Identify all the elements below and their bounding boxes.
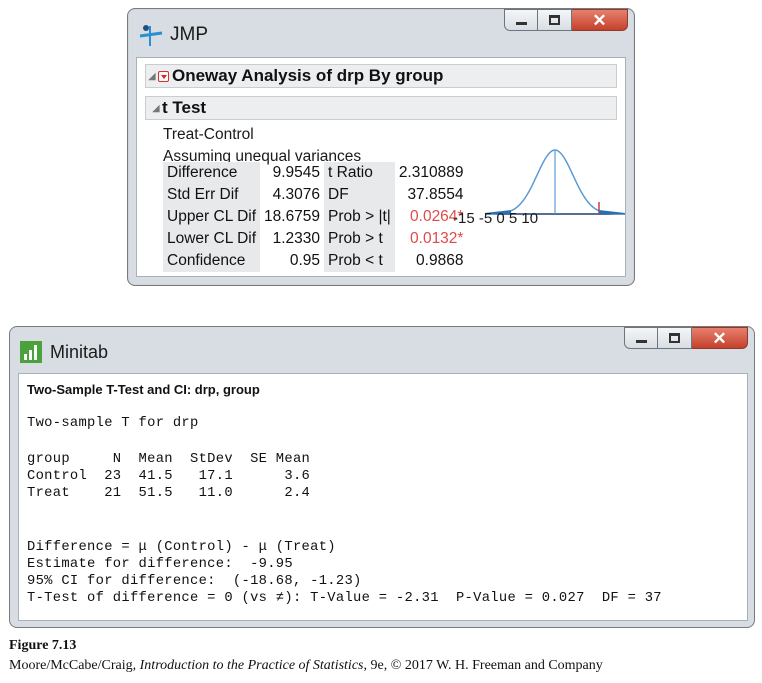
minitab-minimize-button[interactable] — [624, 327, 658, 349]
test-label: Prob > |t| — [324, 206, 395, 228]
test-label: DF — [324, 184, 395, 206]
minitab-window-controls: ✕ — [624, 327, 748, 349]
t-test-row: Lower CL Dif 1.2330 Prob > t 0.0132* — [163, 228, 467, 250]
output-subheading: Two-sample T for drp — [27, 416, 199, 431]
stat-value: 9.9545 — [272, 164, 321, 181]
credit-edition: , 9e, © 2017 W. H. Freeman and Company — [363, 658, 603, 673]
jmp-close-button[interactable]: ✕ — [572, 9, 628, 31]
jmp-minimize-button[interactable] — [504, 9, 538, 31]
credit-book-title: Introduction to the Practice of Statisti… — [139, 658, 364, 673]
minimize-icon — [636, 340, 647, 343]
minitab-title-bar: Minitab — [20, 337, 108, 367]
summary-table-header: group N Mean StDev SE Mean — [27, 452, 311, 467]
jmp-window-controls: ✕ — [504, 9, 628, 31]
stat-label: Lower CL Dif — [163, 228, 261, 250]
minitab-window: ✕ Minitab Two-Sample T-Test and CI: drp,… — [9, 326, 755, 628]
t-test-result: T-Test of difference = 0 (vs ≠): T-Value… — [27, 591, 662, 606]
minimize-icon — [516, 22, 527, 25]
right-tail-area — [599, 210, 625, 214]
output-heading: Two-Sample T-Test and CI: drp, group — [27, 382, 260, 397]
figure-credit: Moore/McCabe/Craig, Introduction to the … — [9, 658, 603, 674]
test-value: 0.0132* — [410, 230, 464, 247]
stat-label: Confidence — [163, 250, 261, 272]
difference-estimate: Estimate for difference: -9.95 — [27, 557, 293, 572]
jmp-logo-icon — [139, 25, 163, 46]
test-value: 0.9868 — [416, 252, 464, 269]
test-label: Prob < t — [324, 250, 395, 272]
disclosure-icon[interactable]: ◢ — [150, 103, 162, 114]
t-test-row: Upper CL Dif 18.6759 Prob > |t| 0.0264* — [163, 206, 467, 228]
minitab-close-button[interactable]: ✕ — [692, 327, 748, 349]
t-test-row: Confidence 0.95 Prob < t 0.9868 — [163, 250, 467, 272]
minitab-session-output: Two-Sample T-Test and CI: drp, group Two… — [18, 373, 748, 621]
minitab-title-text: Minitab — [50, 341, 109, 362]
jmp-title-bar: JMP — [138, 19, 208, 51]
credit-authors: Moore/McCabe/Craig, — [9, 658, 140, 673]
figure-label: Figure 7.13 — [9, 638, 77, 653]
stat-value: 4.3076 — [272, 186, 321, 203]
comparison-label: Treat-Control — [163, 126, 254, 143]
report-title: Oneway Analysis of drp By group — [172, 66, 444, 85]
minitab-logo-icon — [20, 341, 42, 363]
test-value: 2.310889 — [398, 164, 464, 181]
plot-axis-ticks: -15 -5 0 5 10 — [453, 210, 539, 227]
difference-definition: Difference = μ (Control) - μ (Treat) — [27, 540, 336, 555]
disclosure-icon[interactable]: ◢ — [146, 71, 158, 82]
oneway-report-header[interactable]: ◢ Oneway Analysis of drp By group — [145, 64, 617, 88]
jmp-title-text: JMP — [170, 24, 208, 45]
t-test-header[interactable]: ◢ t Test — [145, 96, 617, 120]
test-label: Prob > t — [324, 228, 395, 250]
jmp-maximize-button[interactable] — [538, 9, 572, 31]
test-value: 37.8554 — [407, 186, 464, 203]
t-test-row: Difference 9.9545 t Ratio 2.310889 — [163, 162, 467, 184]
maximize-icon — [669, 333, 680, 343]
stat-value: 1.2330 — [272, 230, 321, 247]
close-icon: ✕ — [712, 329, 727, 348]
summary-row-control: Control 23 41.5 17.1 3.6 — [27, 469, 311, 484]
section-title: t Test — [162, 98, 207, 117]
jmp-report-area: ◢ Oneway Analysis of drp By group ◢ t Te… — [136, 57, 626, 277]
stat-value: 18.6759 — [264, 208, 321, 225]
summary-row-treat: Treat 21 51.5 11.0 2.4 — [27, 486, 311, 501]
test-label: t Ratio — [324, 162, 395, 184]
t-test-table: Difference 9.9545 t Ratio 2.310889 Std Err D… — [163, 162, 467, 272]
maximize-icon — [549, 15, 560, 25]
close-icon: ✕ — [592, 11, 607, 30]
confidence-interval: 95% CI for difference: (-18.68, -1.23) — [27, 574, 362, 589]
t-test-row: Std Err Dif 4.3076 DF 37.8554 — [163, 184, 467, 206]
red-triangle-menu-icon[interactable] — [158, 70, 169, 82]
jmp-window: ✕ JMP ◢ Oneway Analysis of drp By group … — [127, 8, 635, 286]
stat-value: 0.95 — [289, 252, 321, 269]
stat-label: Std Err Dif — [163, 184, 261, 206]
minitab-maximize-button[interactable] — [658, 327, 692, 349]
stat-label: Difference — [163, 162, 261, 184]
stat-label: Upper CL Dif — [163, 206, 261, 228]
